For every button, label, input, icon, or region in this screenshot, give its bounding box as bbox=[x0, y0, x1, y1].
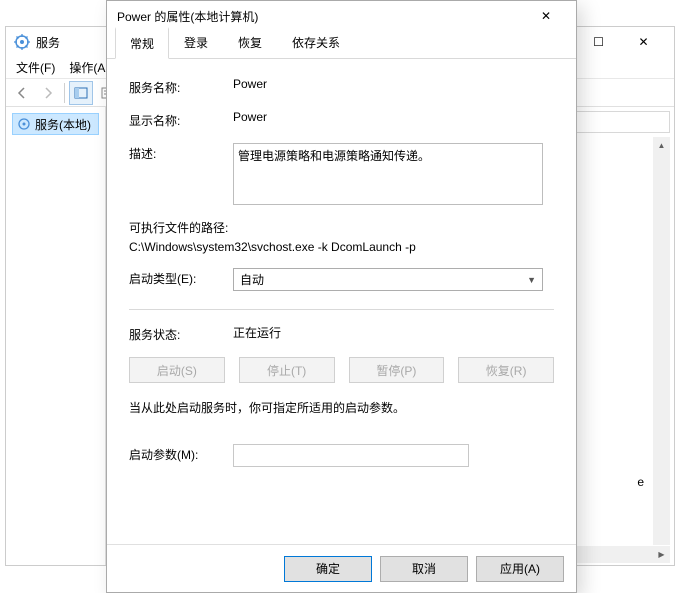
show-hide-tree-button[interactable] bbox=[69, 81, 93, 105]
tab-recovery[interactable]: 恢复 bbox=[223, 27, 277, 58]
resume-button[interactable]: 恢复(R) bbox=[458, 357, 554, 383]
services-icon bbox=[14, 34, 30, 50]
dlg-body: 服务名称: Power 显示名称: Power 描述: 管理电源策略和电源策略通… bbox=[107, 59, 576, 544]
scroll-up-button[interactable]: ▲ bbox=[653, 137, 670, 154]
tab-general[interactable]: 常规 bbox=[115, 27, 169, 59]
apply-button[interactable]: 应用(A) bbox=[476, 556, 564, 582]
start-params-input[interactable] bbox=[233, 444, 469, 467]
tree-item-services-local[interactable]: 服务(本地) bbox=[12, 113, 99, 135]
vertical-scrollbar[interactable]: ▲ bbox=[653, 137, 670, 545]
bg-close-button[interactable]: ✕ bbox=[621, 28, 666, 56]
value-display-name: Power bbox=[233, 110, 554, 124]
label-exe-path: 可执行文件的路径: bbox=[129, 219, 554, 236]
label-startup-type: 启动类型(E): bbox=[129, 268, 233, 287]
divider bbox=[129, 309, 554, 310]
start-button[interactable]: 启动(S) bbox=[129, 357, 225, 383]
back-button[interactable] bbox=[10, 81, 34, 105]
dlg-title: Power 的属性(本地计算机) bbox=[117, 8, 526, 25]
forward-button[interactable] bbox=[36, 81, 60, 105]
label-display-name: 显示名称: bbox=[129, 110, 233, 129]
value-service-status: 正在运行 bbox=[233, 324, 554, 341]
menu-action[interactable]: 操作(A bbox=[63, 57, 111, 78]
label-service-status: 服务状态: bbox=[129, 324, 233, 343]
dlg-footer: 确定 取消 应用(A) bbox=[107, 544, 576, 592]
startup-type-select[interactable]: 自动 ▼ bbox=[233, 268, 543, 291]
cancel-button[interactable]: 取消 bbox=[380, 556, 468, 582]
menu-file[interactable]: 文件(F) bbox=[10, 57, 61, 78]
properties-dialog: Power 的属性(本地计算机) ✕ 常规 登录 恢复 依存关系 服务名称: P… bbox=[106, 0, 577, 593]
chevron-down-icon: ▼ bbox=[527, 275, 536, 285]
value-service-name: Power bbox=[233, 77, 554, 91]
bg-maximize-button[interactable]: ☐ bbox=[576, 28, 621, 56]
startup-type-value: 自动 bbox=[240, 271, 264, 288]
scroll-right-button[interactable]: ▶ bbox=[653, 546, 670, 563]
value-exe-path: C:\Windows\system32\svchost.exe -k DcomL… bbox=[129, 240, 554, 254]
bg-tree: 服务(本地) bbox=[6, 107, 106, 565]
ok-button[interactable]: 确定 bbox=[284, 556, 372, 582]
start-params-note: 当从此处启动服务时，你可指定所适用的启动参数。 bbox=[129, 399, 554, 416]
stop-button[interactable]: 停止(T) bbox=[239, 357, 335, 383]
tree-item-label: 服务(本地) bbox=[35, 116, 91, 133]
label-service-name: 服务名称: bbox=[129, 77, 233, 96]
close-icon: ✕ bbox=[541, 9, 551, 23]
label-description: 描述: bbox=[129, 143, 233, 162]
description-box[interactable]: 管理电源策略和电源策略通知传递。 bbox=[233, 143, 543, 205]
dlg-tabs: 常规 登录 恢复 依存关系 bbox=[107, 31, 576, 59]
tab-dependencies[interactable]: 依存关系 bbox=[277, 27, 355, 58]
tab-logon[interactable]: 登录 bbox=[169, 27, 223, 58]
toolbar-separator bbox=[64, 83, 65, 103]
label-start-params: 启动参数(M): bbox=[129, 444, 233, 463]
pause-button[interactable]: 暂停(P) bbox=[349, 357, 445, 383]
bg-letter: e bbox=[637, 475, 644, 489]
close-button[interactable]: ✕ bbox=[526, 3, 566, 29]
gear-icon bbox=[17, 117, 31, 131]
